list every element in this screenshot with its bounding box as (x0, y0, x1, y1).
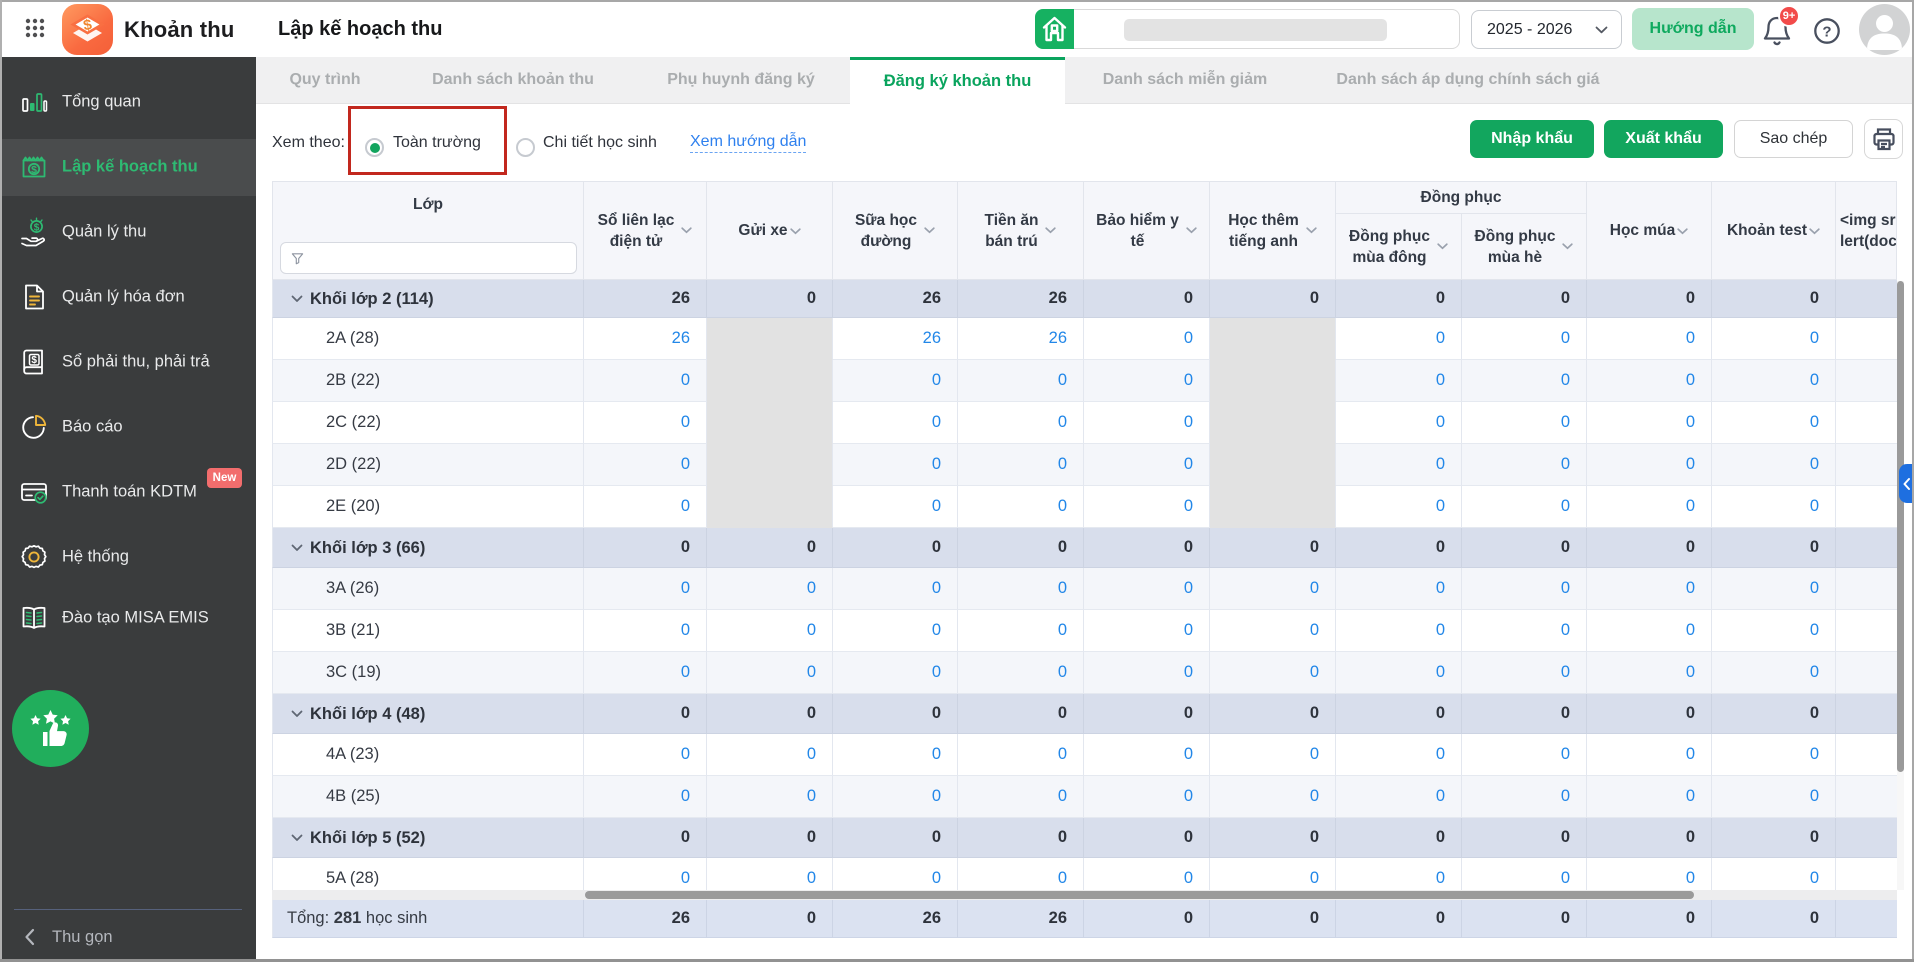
svg-text:?: ? (1822, 24, 1831, 41)
svg-text:$: $ (34, 222, 40, 233)
svg-text:$: $ (31, 164, 37, 176)
svg-text:$: $ (31, 355, 37, 366)
